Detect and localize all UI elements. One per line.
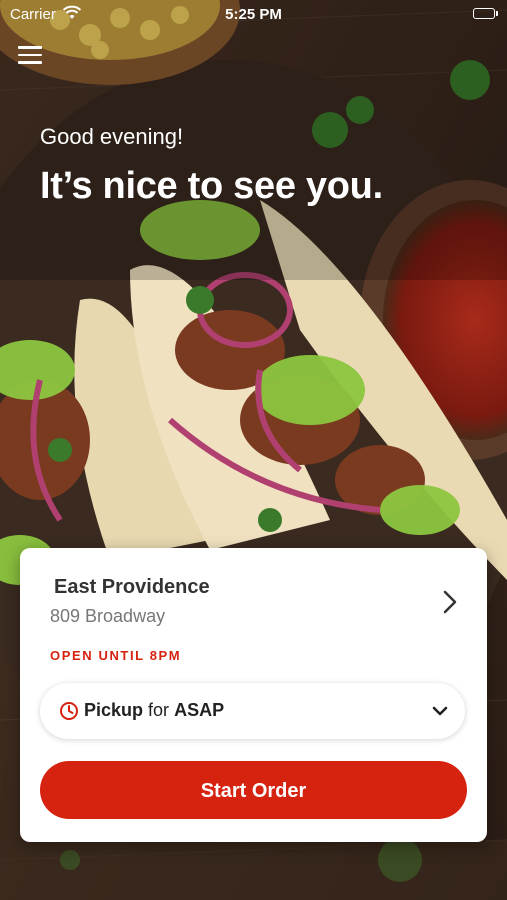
status-bar: Carrier 5:25 PM bbox=[0, 0, 507, 30]
store-selector[interactable]: East Providence 809 Broadway bbox=[20, 548, 487, 638]
order-type-dropdown[interactable]: Pickup for ASAP bbox=[40, 683, 465, 739]
chevron-right-icon bbox=[443, 590, 457, 614]
order-mode: Pickup bbox=[84, 700, 144, 720]
order-type-label: Pickup for ASAP bbox=[84, 700, 224, 721]
clock-icon bbox=[60, 702, 78, 720]
status-time: 5:25 PM bbox=[225, 6, 282, 23]
welcome-headline: It’s nice to see you. bbox=[40, 165, 383, 207]
store-address: 809 Broadway bbox=[50, 606, 166, 626]
chevron-down-icon bbox=[432, 706, 448, 716]
battery-tip bbox=[496, 11, 498, 16]
store-name: East Providence bbox=[54, 576, 210, 598]
greeting-text: Good evening! bbox=[40, 124, 184, 149]
battery-icon bbox=[473, 8, 495, 19]
order-connector: for bbox=[148, 700, 170, 720]
start-order-button[interactable]: Start Order bbox=[40, 761, 467, 819]
store-hours-status: OPEN UNTIL 8PM bbox=[50, 648, 182, 663]
order-card: East Providence 809 Broadway OPEN UNTIL … bbox=[20, 548, 487, 842]
menu-icon[interactable] bbox=[18, 46, 42, 68]
order-time: ASAP bbox=[174, 700, 225, 720]
